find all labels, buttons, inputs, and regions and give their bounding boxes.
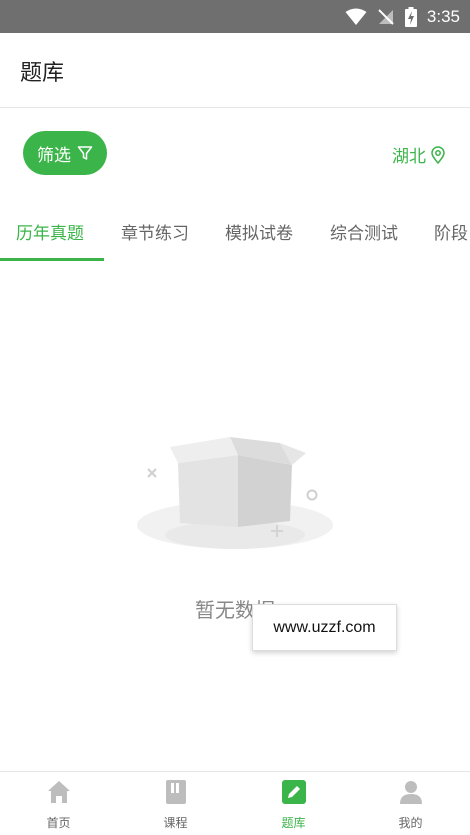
empty-box-illustration (137, 437, 333, 549)
wifi-icon (345, 8, 367, 25)
status-bar: 3:35 (0, 0, 470, 33)
region-label: 湖北 (392, 147, 426, 167)
watermark-tooltip: www.uzzf.com (252, 604, 397, 651)
home-icon (47, 781, 70, 803)
tab-comprehensive-test[interactable]: 综合测试 (330, 219, 398, 244)
nav-profile-label: 我的 (398, 816, 423, 830)
app-header: 题库 (0, 33, 470, 108)
book-icon (165, 780, 186, 804)
tab-stage[interactable]: 阶段 (434, 219, 468, 244)
no-signal-icon (378, 8, 394, 25)
status-time: 3:35 (426, 6, 460, 26)
filter-label: 筛选 (37, 145, 71, 166)
nav-home[interactable]: 首页 (0, 772, 117, 835)
active-tab-indicator (0, 258, 104, 261)
bottom-nav: 首页 课程 题库 我的 (0, 771, 470, 835)
nav-courses[interactable]: 课程 (117, 772, 234, 835)
funnel-icon (77, 146, 93, 160)
nav-question-bank[interactable]: 题库 (235, 772, 352, 835)
location-pin-icon (431, 145, 445, 164)
nav-home-label: 首页 (46, 816, 71, 830)
region-selector[interactable]: 湖北 (392, 142, 446, 167)
user-icon (399, 781, 422, 804)
tab-mock-papers[interactable]: 模拟试卷 (225, 219, 293, 244)
tab-past-exams[interactable]: 历年真题 (16, 219, 84, 244)
nav-courses-label: 课程 (163, 816, 188, 830)
category-tabs: 历年真题 章节练习 模拟试卷 综合测试 阶段 (0, 205, 470, 261)
nav-profile[interactable]: 我的 (352, 772, 469, 835)
status-icons: 3:35 (345, 0, 460, 33)
battery-charging-icon (404, 6, 417, 27)
nav-question-bank-label: 题库 (281, 816, 306, 830)
page-title: 题库 (20, 61, 65, 86)
empty-state-text: 暂无数据 (195, 598, 275, 622)
edit-icon (281, 780, 306, 804)
filter-button[interactable]: 筛选 (23, 131, 107, 175)
tab-chapter-practice[interactable]: 章节练习 (121, 219, 189, 244)
